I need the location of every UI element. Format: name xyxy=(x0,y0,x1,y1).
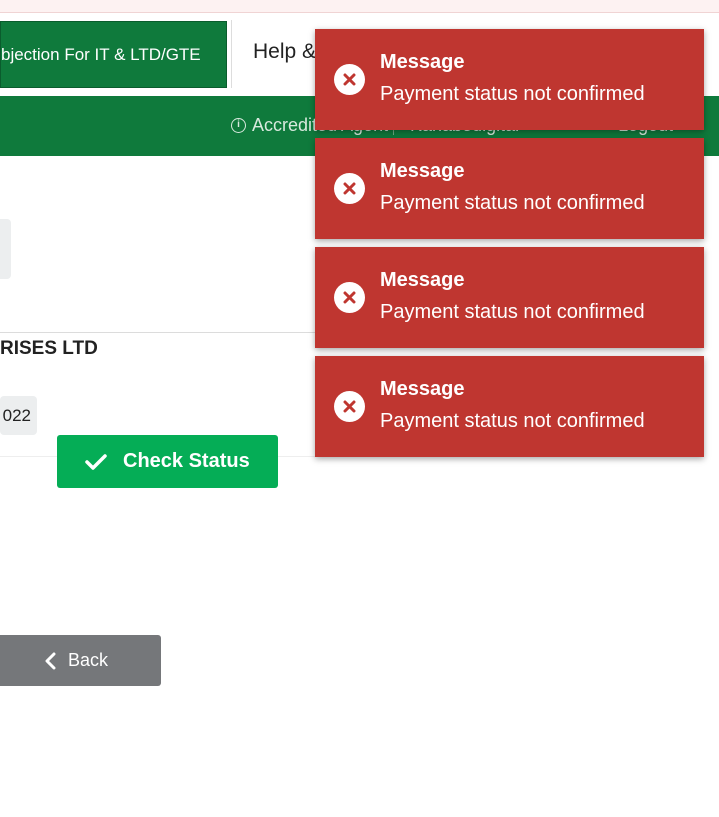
toast-message: Payment status not confirmed xyxy=(380,83,645,105)
toast-message: Payment status not confirmed xyxy=(380,410,645,432)
year-badge: 022 xyxy=(0,396,37,435)
tab-objection-it-ltd-gte[interactable]: bjection For IT & LTD/GTE xyxy=(0,21,227,88)
back-label: Back xyxy=(68,650,109,670)
chevron-left-icon xyxy=(45,652,56,669)
nav-divider xyxy=(231,20,232,88)
error-icon xyxy=(334,173,365,204)
check-status-label: Check Status xyxy=(123,450,250,472)
info-icon: i xyxy=(231,118,246,133)
tab-objection-label: bjection For IT & LTD/GTE xyxy=(1,44,201,64)
error-icon xyxy=(334,64,365,95)
toast-title: Message xyxy=(380,269,465,291)
company-name: RISES LTD xyxy=(0,338,98,359)
check-status-button[interactable]: Check Status xyxy=(57,435,278,488)
top-strip xyxy=(0,0,719,13)
toast-title: Message xyxy=(380,51,465,73)
section-divider xyxy=(0,332,318,333)
back-button[interactable]: Back xyxy=(0,635,161,686)
error-toast[interactable]: Message Payment status not confirmed xyxy=(315,29,704,130)
error-icon xyxy=(334,391,365,422)
error-toast[interactable]: Message Payment status not confirmed xyxy=(315,356,704,457)
toast-title: Message xyxy=(380,378,465,400)
toast-title: Message xyxy=(380,160,465,182)
checkmark-icon xyxy=(85,453,107,470)
year-value: 022 xyxy=(2,405,31,425)
error-toast[interactable]: Message Payment status not confirmed xyxy=(315,138,704,239)
info-panel xyxy=(0,219,11,279)
nav-help-link[interactable]: Help & xyxy=(253,40,316,64)
toast-message: Payment status not confirmed xyxy=(380,301,645,323)
error-toast[interactable]: Message Payment status not confirmed xyxy=(315,247,704,348)
error-icon xyxy=(334,282,365,313)
toast-message: Payment status not confirmed xyxy=(380,192,645,214)
